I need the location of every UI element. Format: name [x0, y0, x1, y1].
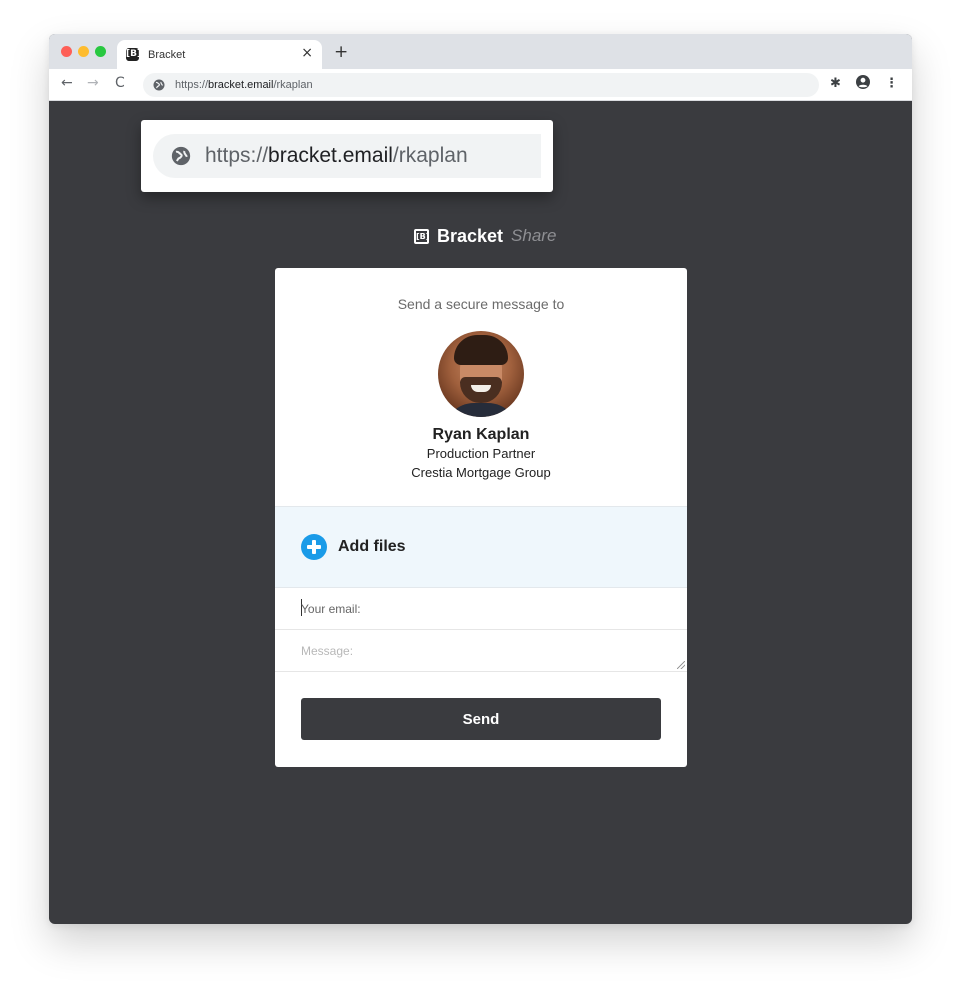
profile-icon[interactable]: [855, 74, 871, 90]
resize-handle[interactable]: [677, 661, 685, 669]
callout-url-path: /rkaplan: [392, 144, 468, 167]
send-button[interactable]: Send: [301, 698, 661, 740]
close-window-button[interactable]: [61, 46, 72, 57]
add-files-dropzone[interactable]: Add files: [275, 506, 687, 588]
url-path: /rkaplan: [273, 79, 313, 91]
tab-title: Bracket: [148, 48, 186, 61]
recipient-title: Production Partner: [426, 446, 536, 461]
url-text: https://bracket.email/rkaplan: [175, 79, 313, 91]
avatar-shirt: [444, 403, 518, 417]
callout-url-host: bracket.email: [268, 144, 393, 167]
plus-icon[interactable]: +: [334, 42, 348, 62]
card-intro-text: Send a secure message to: [397, 296, 565, 312]
avatar: [438, 331, 524, 417]
bracket-logo: [B] Bracket Share: [414, 225, 556, 247]
browser-window: [B] Bracket × + ← → C https://bracket.em…: [49, 34, 912, 924]
url-host: bracket.email: [208, 79, 274, 91]
bracket-favicon-icon: [B]: [126, 48, 142, 61]
brand-name: Bracket: [437, 225, 504, 246]
close-icon[interactable]: ×: [301, 45, 313, 61]
recipient-company: Crestia Mortgage Group: [411, 465, 551, 480]
browser-toolbar: ← → C https://bracket.email/rkaplan ✱ ⋮: [49, 69, 912, 101]
extensions-icon[interactable]: ✱: [830, 76, 841, 91]
callout-url-scheme: https://: [205, 144, 269, 167]
browser-tab[interactable]: [B] Bracket ×: [117, 40, 322, 69]
message-field[interactable]: Message:: [275, 630, 687, 672]
message-placeholder: Message:: [301, 644, 354, 658]
address-bar[interactable]: https://bracket.email/rkaplan: [143, 73, 819, 97]
menu-dots-icon[interactable]: ⋮: [885, 76, 898, 91]
callout-address-bar: https://bracket.email/rkaplan: [153, 134, 541, 178]
recipient-name: Ryan Kaplan: [432, 426, 530, 443]
globe-icon: [153, 79, 165, 91]
message-card: Send a secure message to Ryan Kaplan Pro…: [275, 268, 687, 767]
back-arrow-icon[interactable]: ←: [61, 75, 73, 91]
brand-subtitle: Share: [511, 226, 557, 245]
add-files-label[interactable]: Add files: [338, 538, 406, 556]
reload-icon[interactable]: C: [115, 75, 125, 91]
url-scheme: https://: [175, 79, 209, 91]
globe-icon: [171, 146, 191, 166]
email-field[interactable]: Your email:: [275, 588, 687, 630]
callout-url-text: https://bracket.email/rkaplan: [205, 144, 468, 168]
url-zoom-callout: https://bracket.email/rkaplan: [141, 120, 553, 192]
add-circle-icon[interactable]: [301, 534, 327, 560]
tab-strip: [B] Bracket × +: [49, 34, 912, 69]
avatar-hair: [454, 335, 508, 365]
bracket-logo-icon: [B]: [414, 228, 429, 244]
maximize-window-button[interactable]: [95, 46, 106, 57]
email-placeholder: Your email:: [301, 602, 361, 616]
forward-arrow-icon[interactable]: →: [87, 75, 99, 91]
minimize-window-button[interactable]: [78, 46, 89, 57]
